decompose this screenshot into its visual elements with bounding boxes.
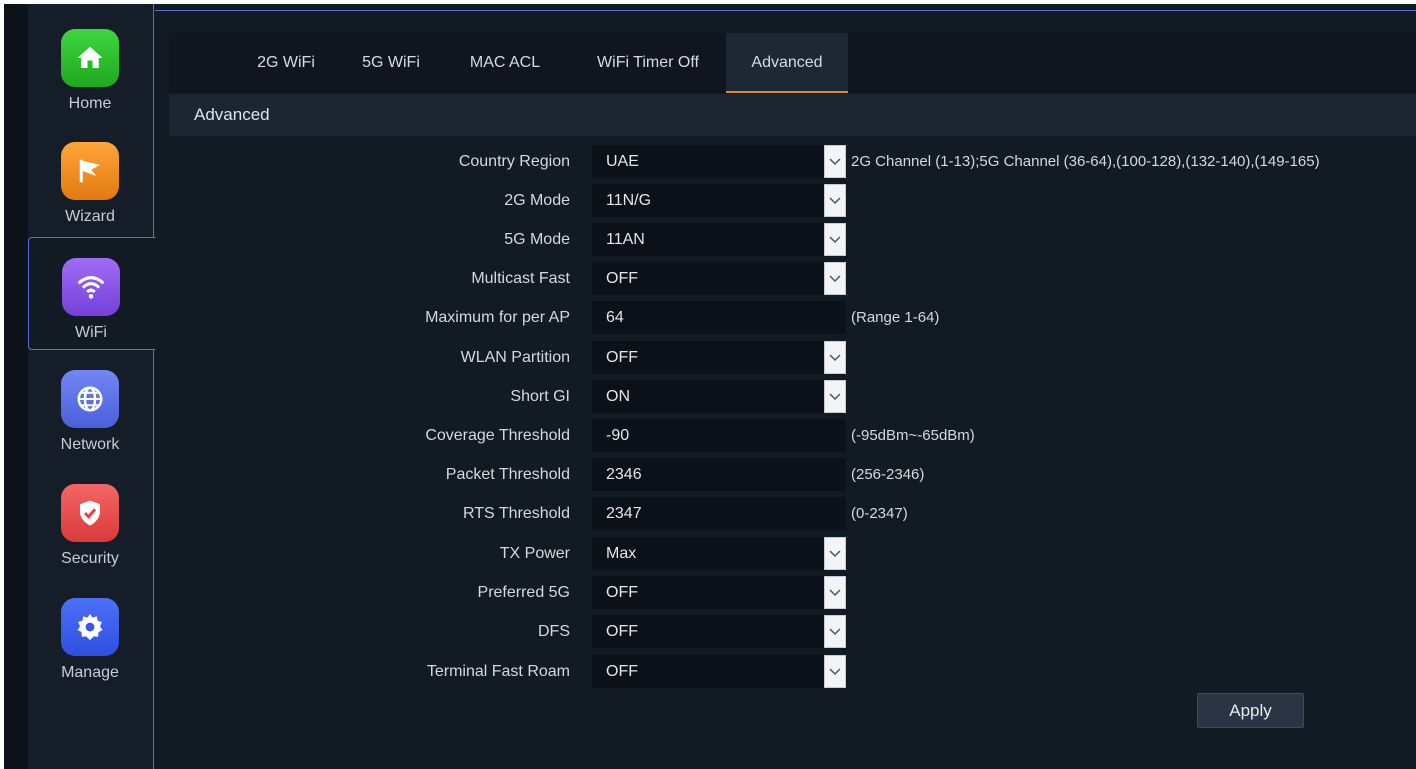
field-hint: (-95dBm~-65dBm) xyxy=(851,427,975,444)
maximum-per-ap-input[interactable]: 64 xyxy=(592,301,846,334)
section-title: Advanced xyxy=(169,94,1416,136)
sidebar-item-wizard[interactable]: Wizard xyxy=(28,122,154,235)
gear-icon xyxy=(61,598,119,656)
field-label: 5G Mode xyxy=(504,231,570,248)
sidebar-item-home[interactable]: Home xyxy=(28,9,154,122)
form-row-multicast-fast: Multicast Fast OFF xyxy=(155,261,1416,296)
rts-threshold-input[interactable]: 2347 xyxy=(592,497,846,530)
form-row-dfs: DFS OFF xyxy=(155,614,1416,649)
field-label: Multicast Fast xyxy=(471,270,570,287)
left-edge xyxy=(4,4,28,769)
multicast-fast-select[interactable]: OFF xyxy=(592,262,846,295)
sidebar-item-label: WiFi xyxy=(75,324,107,341)
globe-icon xyxy=(61,370,119,428)
sidebar-item-network[interactable]: Network xyxy=(28,350,154,463)
coverage-threshold-input[interactable]: -90 xyxy=(592,419,846,452)
form-row-short-gi: Short GI ON xyxy=(155,379,1416,414)
field-label: Short GI xyxy=(510,388,570,405)
tab-wifi-timer-off[interactable]: WiFi Timer Off xyxy=(581,33,715,93)
field-label: Packet Threshold xyxy=(445,466,570,483)
app-frame: Home Wizard WiFi Network Security Manage… xyxy=(4,4,1416,769)
form-row-wlan-partition: WLAN Partition OFF xyxy=(155,340,1416,375)
chevron-down-icon[interactable] xyxy=(824,184,846,217)
chevron-down-icon[interactable] xyxy=(824,341,846,374)
tab-2g-wifi[interactable]: 2G WiFi xyxy=(239,33,333,93)
field-label: 2G Mode xyxy=(504,192,570,209)
form-row-preferred-5g: Preferred 5G OFF xyxy=(155,575,1416,610)
field-label: Terminal Fast Roam xyxy=(426,663,570,680)
sidebar: Home Wizard WiFi Network Security Manage xyxy=(28,4,156,769)
tab-bar: 2G WiFi 5G WiFi MAC ACL WiFi Timer Off A… xyxy=(169,33,1416,93)
home-icon xyxy=(61,29,119,87)
sidebar-item-label: Manage xyxy=(61,664,119,681)
form-row-packet-threshold: Packet Threshold 2346 (256-2346) xyxy=(155,457,1416,492)
country-region-select[interactable]: UAE xyxy=(592,145,846,178)
flag-icon xyxy=(61,142,119,200)
form-row-coverage-threshold: Coverage Threshold -90 (-95dBm~-65dBm) xyxy=(155,418,1416,453)
2g-mode-select[interactable]: 11N/G xyxy=(592,184,846,217)
field-hint: (Range 1-64) xyxy=(851,309,940,326)
sidebar-item-label: Wizard xyxy=(65,208,115,225)
form-row-maximum-per-ap: Maximum for per AP 64 (Range 1-64) xyxy=(155,300,1416,335)
form-row-tx-power: TX Power Max xyxy=(155,536,1416,571)
tx-power-select[interactable]: Max xyxy=(592,537,846,570)
form-row-rts-threshold: RTS Threshold 2347 (0-2347) xyxy=(155,496,1416,531)
sidebar-item-manage[interactable]: Manage xyxy=(28,578,154,691)
dfs-select[interactable]: OFF xyxy=(592,615,846,648)
chevron-down-icon[interactable] xyxy=(824,145,846,178)
field-label: TX Power xyxy=(499,545,570,562)
sidebar-item-label: Home xyxy=(68,95,112,112)
short-gi-select[interactable]: ON xyxy=(592,380,846,413)
terminal-fast-roam-select[interactable]: OFF xyxy=(592,655,846,688)
form-row-terminal-fast-roam: Terminal Fast Roam OFF xyxy=(155,654,1416,689)
main-content: 2G WiFi 5G WiFi MAC ACL WiFi Timer Off A… xyxy=(155,10,1416,769)
field-label: WLAN Partition xyxy=(460,349,570,366)
form-row-country-region: Country Region UAE 2G Channel (1-13);5G … xyxy=(155,144,1416,179)
chevron-down-icon[interactable] xyxy=(824,380,846,413)
chevron-down-icon[interactable] xyxy=(824,615,846,648)
shield-icon xyxy=(61,484,119,542)
sidebar-item-security[interactable]: Security xyxy=(28,464,154,577)
tab-mac-acl[interactable]: MAC ACL xyxy=(453,33,557,93)
field-label: Country Region xyxy=(458,153,570,170)
tab-advanced[interactable]: Advanced xyxy=(726,33,848,93)
chevron-down-icon[interactable] xyxy=(824,262,846,295)
field-label: Coverage Threshold xyxy=(425,427,570,444)
field-label: Maximum for per AP xyxy=(425,309,570,326)
form-row-2g-mode: 2G Mode 11N/G xyxy=(155,183,1416,218)
field-hint: (0-2347) xyxy=(851,505,908,522)
field-hint: 2G Channel (1-13);5G Channel (36-64),(10… xyxy=(851,153,1320,170)
packet-threshold-input[interactable]: 2346 xyxy=(592,458,846,491)
chevron-down-icon[interactable] xyxy=(824,537,846,570)
field-label: RTS Threshold xyxy=(462,505,570,522)
wifi-icon xyxy=(62,258,120,316)
apply-button[interactable]: Apply xyxy=(1197,693,1304,728)
chevron-down-icon[interactable] xyxy=(824,223,846,256)
chevron-down-icon[interactable] xyxy=(824,655,846,688)
sidebar-item-wifi[interactable]: WiFi xyxy=(28,237,156,350)
preferred-5g-select[interactable]: OFF xyxy=(592,576,846,609)
chevron-down-icon[interactable] xyxy=(824,576,846,609)
sidebar-item-label: Network xyxy=(60,436,120,453)
sidebar-item-label: Security xyxy=(61,550,119,567)
field-label: DFS xyxy=(538,623,570,640)
tab-5g-wifi[interactable]: 5G WiFi xyxy=(349,33,433,93)
field-hint: (256-2346) xyxy=(851,466,925,483)
field-label: Preferred 5G xyxy=(477,584,570,601)
wlan-partition-select[interactable]: OFF xyxy=(592,341,846,374)
5g-mode-select[interactable]: 11AN xyxy=(592,223,846,256)
form-row-5g-mode: 5G Mode 11AN xyxy=(155,222,1416,257)
